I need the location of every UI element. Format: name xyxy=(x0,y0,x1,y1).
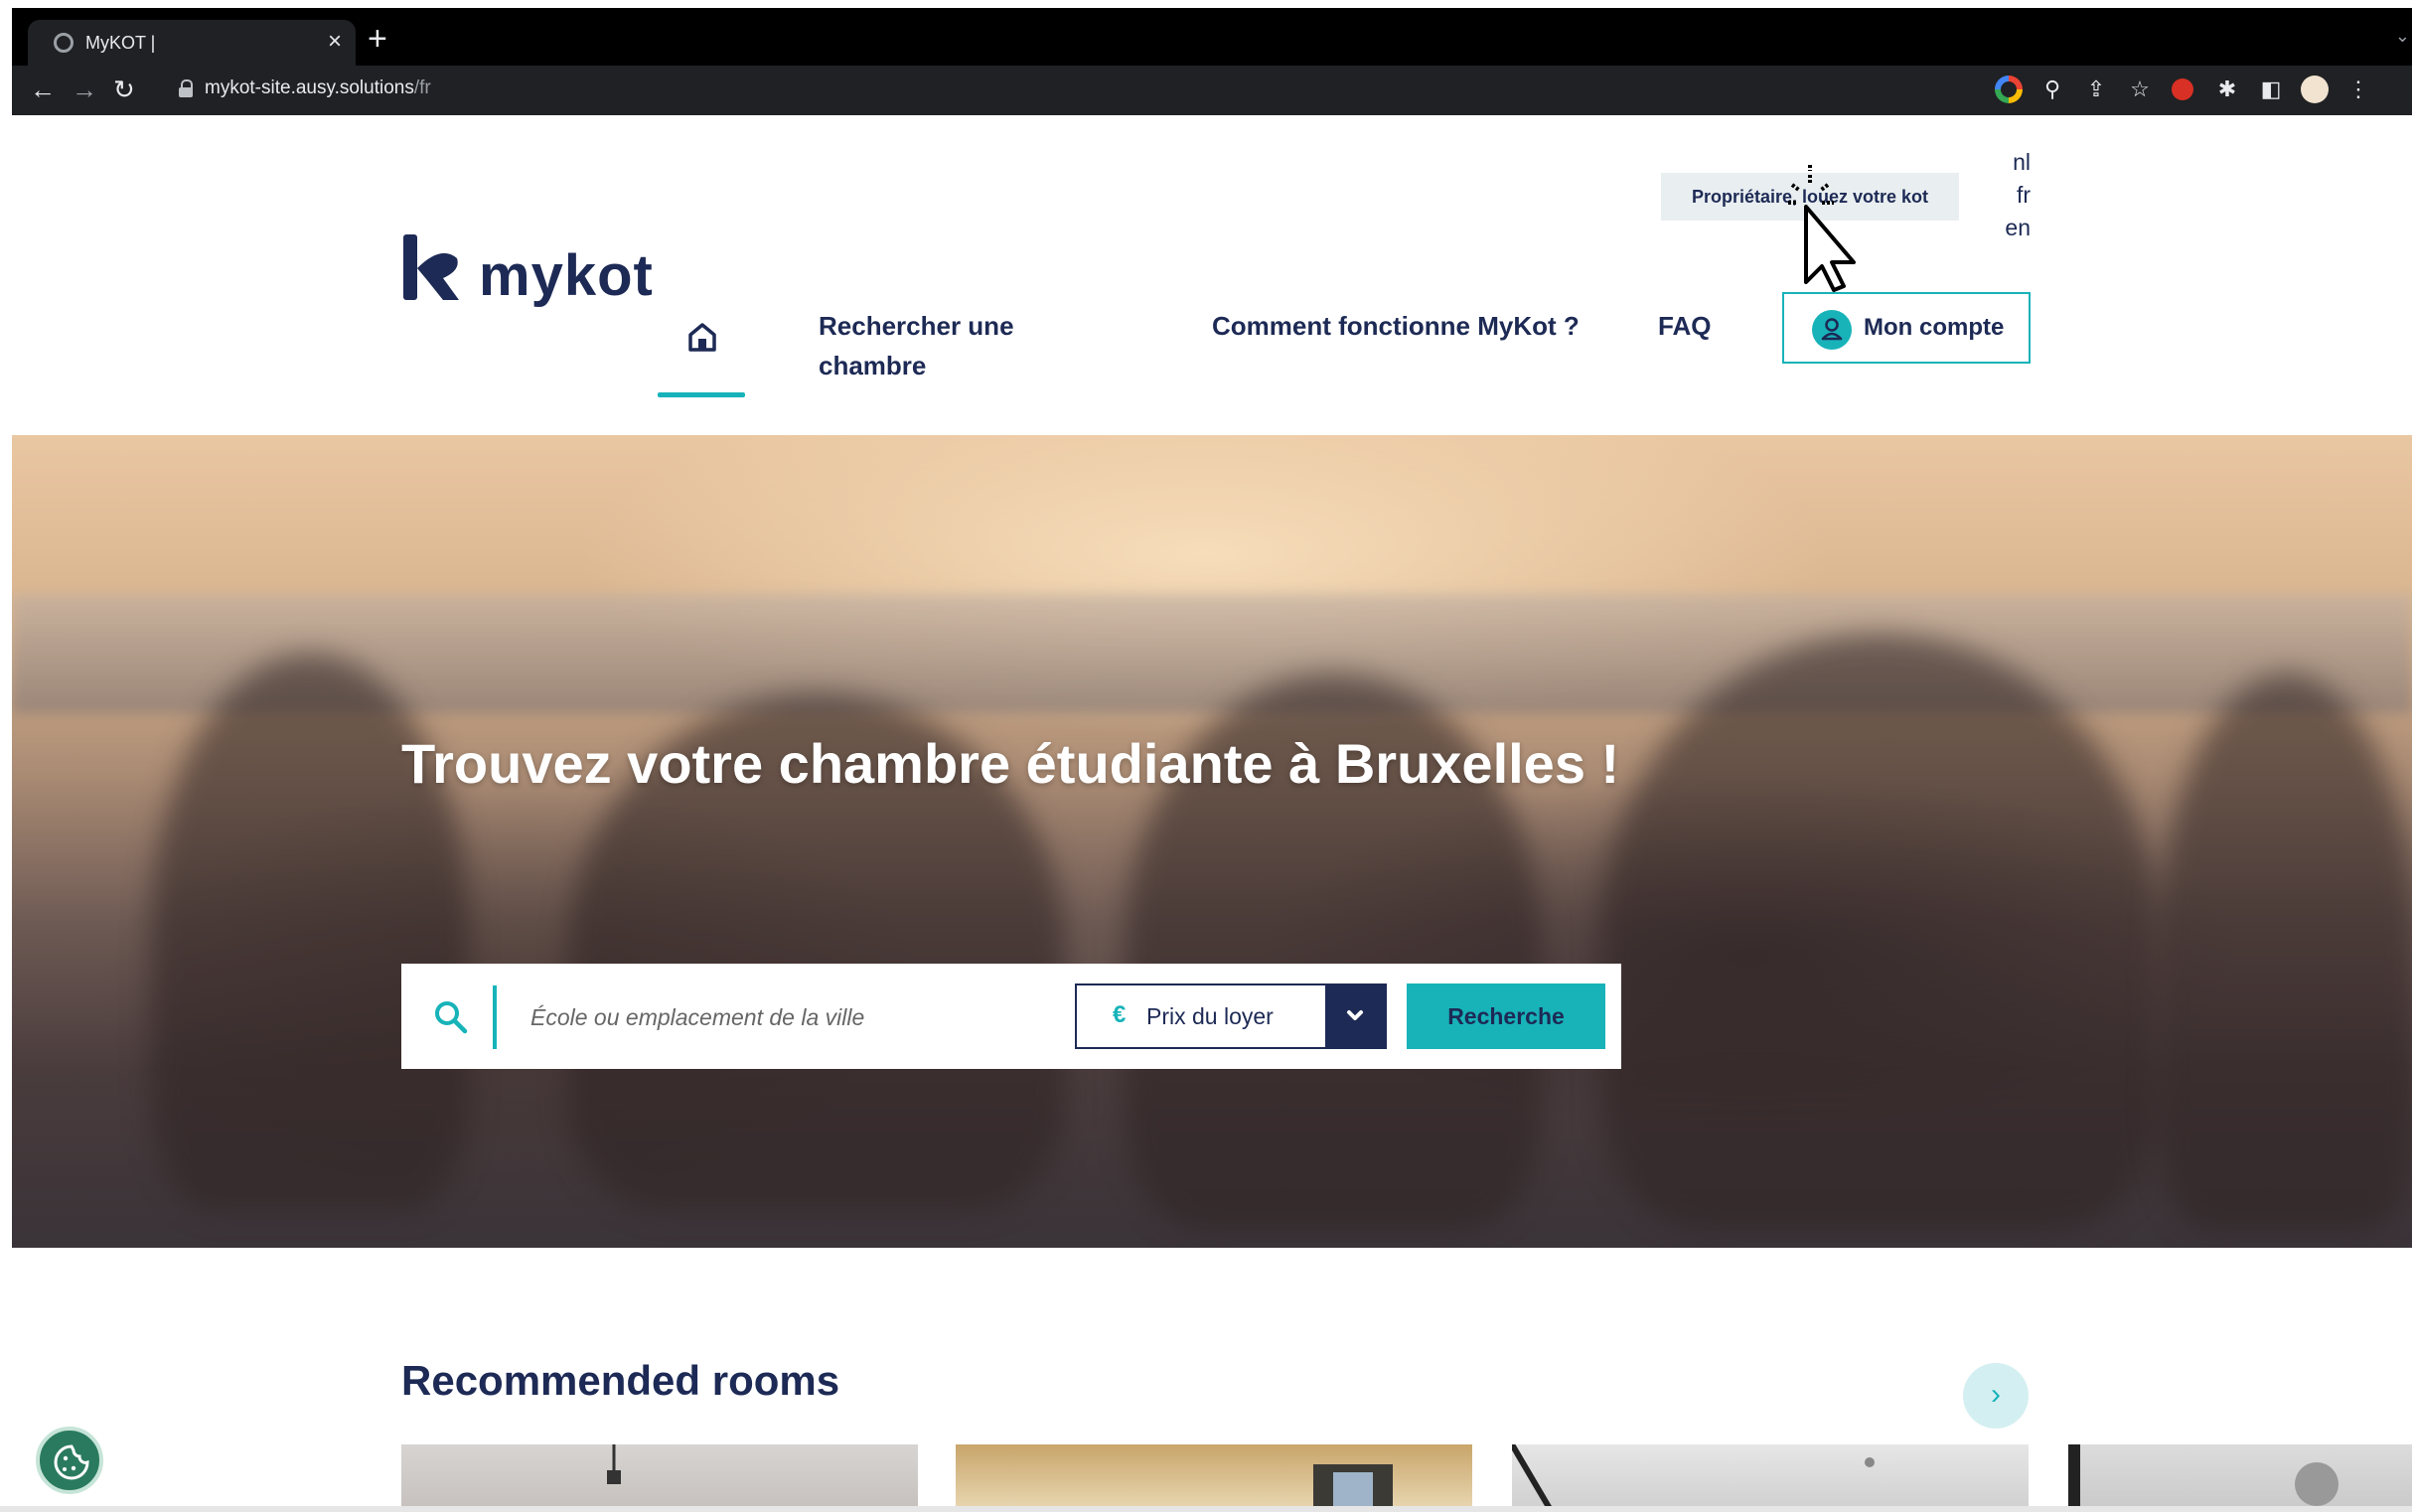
recommended-title: Recommended rooms xyxy=(401,1357,840,1404)
menu-kebab-icon[interactable]: ⋮ xyxy=(2344,76,2372,103)
back-icon[interactable]: ← xyxy=(30,74,56,105)
search-divider xyxy=(493,985,497,1049)
tab-title: MyKOT | xyxy=(85,33,156,53)
room-photo xyxy=(607,1444,621,1484)
home-icon xyxy=(688,323,716,352)
active-nav-underline xyxy=(658,392,745,397)
room-photo xyxy=(1313,1464,1393,1512)
bottom-edge xyxy=(0,1506,2412,1512)
nav-home[interactable] xyxy=(658,312,745,397)
room-card[interactable] xyxy=(1512,1444,2029,1512)
new-tab-button[interactable]: + xyxy=(368,22,387,56)
account-button[interactable]: Mon compte xyxy=(1782,292,2031,364)
address-bar[interactable] xyxy=(159,72,2027,109)
cookie-settings-button[interactable] xyxy=(36,1427,103,1494)
mouse-cursor-icon xyxy=(1788,165,1856,292)
hero-bg-figure xyxy=(2158,674,2412,1230)
cookie-icon xyxy=(54,1444,89,1480)
logo-text: mykot xyxy=(479,243,654,308)
share-icon[interactable]: ⇪ xyxy=(2082,76,2110,103)
carousel-next-button[interactable]: › xyxy=(1963,1363,2029,1429)
logo-k-icon xyxy=(403,234,459,300)
browser-toolbar: ← → ↻ mykot-site.ausy.solutions/fr ⚲ ⇪ ☆… xyxy=(12,66,2412,115)
account-label: Mon compte xyxy=(1864,314,2005,341)
chevron-down-icon[interactable] xyxy=(1325,985,1385,1047)
puzzle-icon[interactable]: ✱ xyxy=(2213,76,2241,103)
zoom-icon[interactable]: ⚲ xyxy=(2038,76,2066,103)
search-input[interactable] xyxy=(530,989,1027,1045)
nav-faq[interactable]: FAQ xyxy=(1658,306,1711,346)
tab-close-icon[interactable]: × xyxy=(328,28,342,56)
profile-avatar-icon[interactable] xyxy=(2301,76,2329,103)
rent-price-label: Prix du loyer xyxy=(1146,1003,1274,1029)
lang-nl[interactable]: nl xyxy=(2013,149,2031,176)
browser-tab-bar: MyKOT | × + ⌄ xyxy=(12,8,2412,66)
room-card[interactable] xyxy=(401,1444,918,1512)
nav-how-it-works[interactable]: Comment fonctionne MyKot ? xyxy=(1212,306,1589,346)
room-photo xyxy=(1512,1444,1875,1512)
search-button[interactable]: Recherche xyxy=(1407,983,1605,1049)
hero-title: Trouvez votre chambre étudiante à Bruxel… xyxy=(401,732,1620,795)
extension-red-icon[interactable] xyxy=(2172,78,2193,100)
sidepanel-icon[interactable]: ◧ xyxy=(2257,76,2285,103)
tab-search-chevron-icon[interactable]: ⌄ xyxy=(2395,26,2410,47)
page: Propriétaire, louez votre kot nl fr en m… xyxy=(12,115,2412,1512)
google-icon[interactable] xyxy=(1995,76,2023,103)
room-card[interactable] xyxy=(956,1444,1472,1512)
globe-icon xyxy=(54,33,74,53)
rent-price-select[interactable]: € Prix du loyer xyxy=(1075,983,1387,1049)
search-box: € Prix du loyer Recherche xyxy=(401,964,1621,1069)
hero-banner: Trouvez votre chambre étudiante à Bruxel… xyxy=(12,435,2412,1248)
hero-bg-figure xyxy=(1601,634,2158,1230)
room-photo xyxy=(2068,1444,2338,1512)
star-icon[interactable]: ☆ xyxy=(2126,76,2154,103)
nav-search-room[interactable]: Rechercher une chambre xyxy=(819,306,1037,385)
reload-icon[interactable]: ↻ xyxy=(113,74,135,105)
lang-fr[interactable]: fr xyxy=(2017,182,2031,209)
url-text[interactable]: mykot-site.ausy.solutions/fr xyxy=(205,77,431,99)
search-icon xyxy=(435,1001,468,1034)
lock-icon[interactable] xyxy=(179,79,193,97)
euro-icon: € xyxy=(1113,1001,1127,1028)
room-card[interactable] xyxy=(2068,1444,2412,1512)
browser-tab[interactable]: MyKOT | × xyxy=(28,20,356,66)
forward-icon[interactable]: → xyxy=(72,74,97,105)
lang-en[interactable]: en xyxy=(2005,215,2031,241)
user-icon xyxy=(1812,310,1852,350)
toolbar-icons: ⚲ ⇪ ☆ ✱ ◧ ⋮ xyxy=(1995,76,2412,105)
